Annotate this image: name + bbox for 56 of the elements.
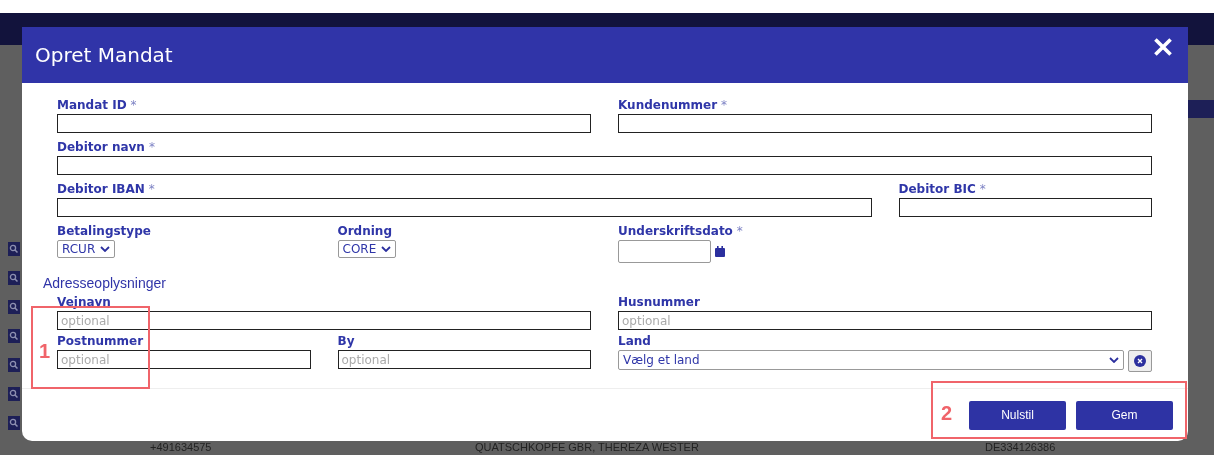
table-cell: +491634575: [150, 441, 212, 453]
input-field[interactable]: [898, 198, 1152, 217]
field-label: Ordning: [337, 224, 392, 238]
input-field[interactable]: optional: [57, 350, 311, 369]
table-cell: QUATSCHKOPFE GBR, THEREZA WESTER: [475, 441, 699, 453]
field-label: Husnummer: [618, 295, 700, 309]
required-mark: *: [979, 182, 986, 196]
caret-icon: [1109, 357, 1119, 363]
dropdown[interactable]: RCUR: [57, 240, 116, 258]
input-field[interactable]: [618, 114, 1152, 133]
field-label: By: [337, 334, 355, 348]
required-mark: *: [148, 140, 155, 154]
caret-icon: [381, 246, 392, 252]
date-field[interactable]: [618, 240, 711, 263]
field-label: Betalingstype: [57, 224, 151, 238]
field-label: Mandat ID: [57, 98, 127, 112]
input-field[interactable]: [57, 198, 872, 217]
input-field[interactable]: optional: [337, 350, 591, 369]
input-field[interactable]: optional: [57, 311, 591, 330]
dialog-button[interactable]: Gem: [1076, 400, 1173, 430]
search-icon[interactable]: [8, 387, 20, 401]
search-icon[interactable]: [8, 300, 20, 314]
field-label: Vejnavn: [57, 295, 111, 309]
field-label: Underskriftsdato: [618, 224, 733, 238]
field-label: Debitor navn: [57, 140, 145, 154]
field-label: Debitor BIC: [898, 182, 976, 196]
dialog-button[interactable]: Nulstil: [969, 400, 1066, 430]
search-icon[interactable]: [8, 271, 20, 285]
close-icon: [1134, 355, 1146, 367]
search-icon[interactable]: [8, 416, 20, 430]
calendar-icon[interactable]: [715, 246, 725, 257]
column-header: [1188, 100, 1214, 118]
dialog-title: Opret Mandat: [35, 43, 173, 67]
dropdown[interactable]: CORE: [337, 240, 397, 258]
close-icon[interactable]: [1154, 38, 1172, 56]
table-cell: DE334126386: [985, 441, 1056, 453]
required-mark: *: [148, 182, 155, 196]
input-field[interactable]: [57, 156, 1152, 175]
section-title: Adresseoplysninger: [43, 275, 167, 291]
annotation-number: 1: [39, 340, 51, 363]
field-label: Postnummer: [57, 334, 144, 348]
input-field[interactable]: optional: [618, 311, 1152, 330]
required-mark: *: [130, 98, 137, 112]
required-mark: *: [721, 98, 728, 112]
search-icon[interactable]: [8, 329, 20, 343]
field-label: Land: [618, 334, 651, 348]
caret-icon: [100, 246, 111, 252]
dropdown[interactable]: Vælg et land: [618, 350, 1124, 370]
clear-button[interactable]: [1128, 350, 1152, 372]
field-label: Debitor IBAN: [57, 182, 145, 196]
required-mark: *: [736, 224, 743, 238]
annotation-number: 2: [941, 402, 953, 425]
search-icon[interactable]: [8, 358, 20, 372]
search-icon[interactable]: [8, 242, 20, 256]
input-field[interactable]: [57, 114, 591, 133]
field-label: Kundenummer: [618, 98, 718, 112]
